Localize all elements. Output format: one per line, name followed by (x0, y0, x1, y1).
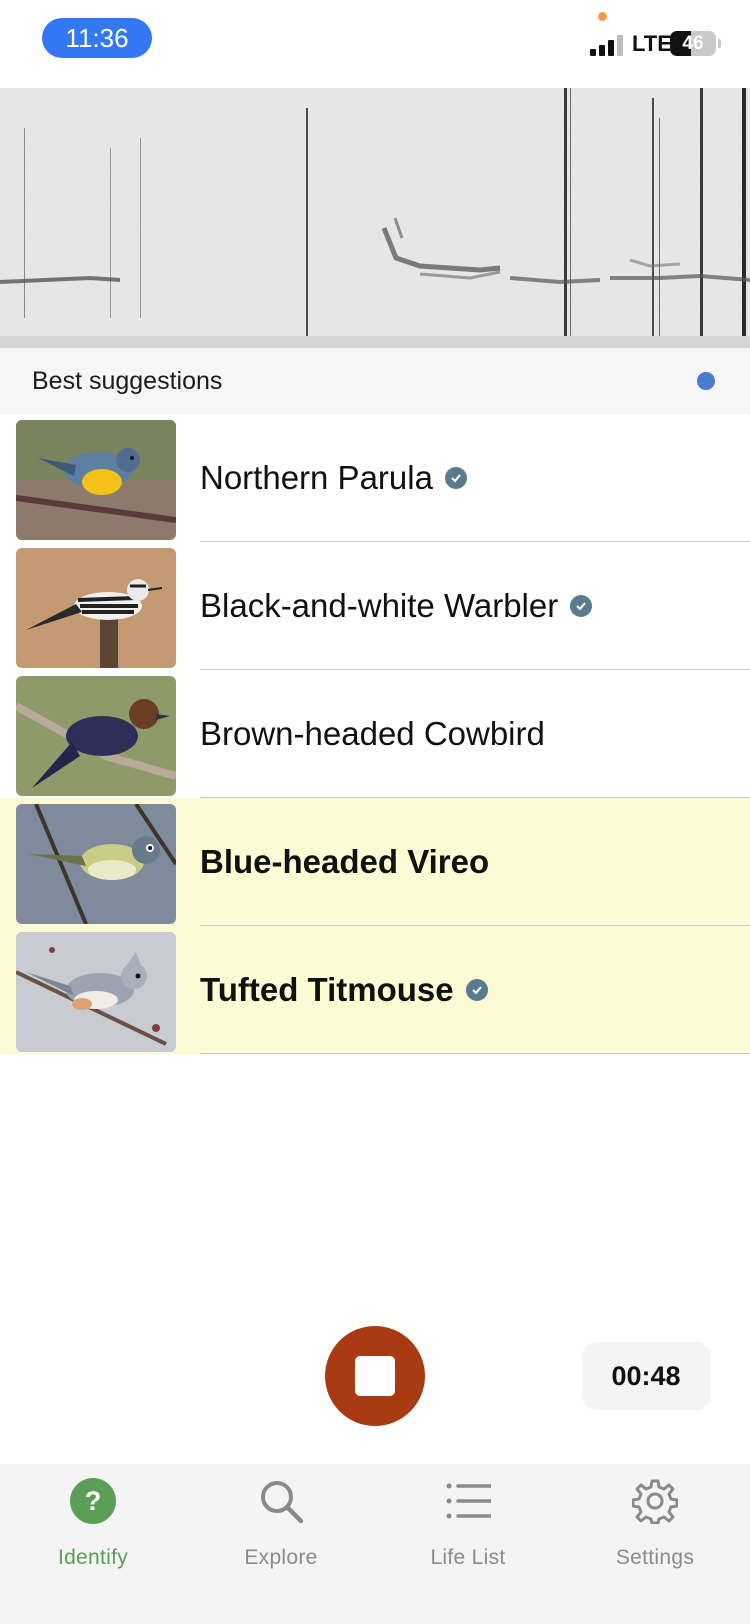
microphone-indicator-icon (598, 12, 607, 21)
species-list: Northern Parula Black-and-white Warbler (0, 414, 750, 1054)
bird-photo-blue-headed-vireo (16, 804, 176, 924)
tab-label: Identify (57, 1546, 129, 1569)
stop-recording-button[interactable] (325, 1326, 425, 1426)
bird-photo-tufted-titmouse (16, 932, 176, 1052)
species-name: Northern Parula (200, 459, 433, 496)
question-icon: ? (70, 1478, 116, 1524)
suggestions-header: Best suggestions (0, 348, 750, 414)
tab-bar: ? Identify Explore Life List Settings (0, 1464, 750, 1624)
species-name: Blue-headed Vireo (200, 843, 490, 880)
battery-level: 46 (682, 33, 704, 54)
battery-tip (718, 39, 721, 48)
network-type: LTE (632, 31, 672, 56)
species-row[interactable]: Blue-headed Vireo (0, 798, 750, 926)
listening-indicator-dot (697, 372, 715, 390)
species-row[interactable]: Black-and-white Warbler (0, 542, 750, 670)
svg-text:?: ? (85, 1486, 102, 1516)
bird-photo-northern-parula (16, 420, 176, 540)
tab-life-list[interactable]: Life List (393, 1464, 543, 1574)
battery-icon: 46 (670, 31, 716, 56)
species-name: Brown-headed Cowbird (200, 715, 545, 752)
recording-timer: 00:48 (582, 1342, 710, 1410)
suggestions-title: Best suggestions (32, 367, 223, 395)
bird-photo-brown-headed-cowbird (16, 676, 176, 796)
verified-check-icon (465, 979, 488, 1001)
spectrogram (0, 88, 750, 348)
species-name: Tufted Titmouse (200, 971, 454, 1008)
species-row[interactable]: Northern Parula (0, 414, 750, 542)
status-bar: 11:36 LTE 46 (0, 0, 750, 88)
list-icon (445, 1478, 493, 1524)
tab-label: Explore (244, 1546, 318, 1569)
species-row[interactable]: Brown-headed Cowbird (0, 670, 750, 798)
verified-check-icon (444, 467, 467, 489)
tab-identify[interactable]: ? Identify (18, 1464, 168, 1574)
tab-label: Life List (430, 1546, 506, 1569)
bird-photo-black-and-white-warbler (16, 548, 176, 668)
tab-label: Settings (615, 1546, 695, 1569)
stop-icon (355, 1356, 395, 1396)
status-time: 11:36 (42, 18, 152, 58)
species-row[interactable]: Tufted Titmouse (0, 926, 750, 1054)
tab-settings[interactable]: Settings (580, 1464, 730, 1574)
verified-check-icon (570, 595, 593, 617)
cellular-signal-icon (590, 34, 624, 56)
gear-icon (631, 1478, 679, 1525)
row-divider (200, 1053, 750, 1054)
tab-explore[interactable]: Explore (206, 1464, 356, 1574)
species-name: Black-and-white Warbler (200, 587, 559, 624)
search-icon (258, 1478, 304, 1524)
